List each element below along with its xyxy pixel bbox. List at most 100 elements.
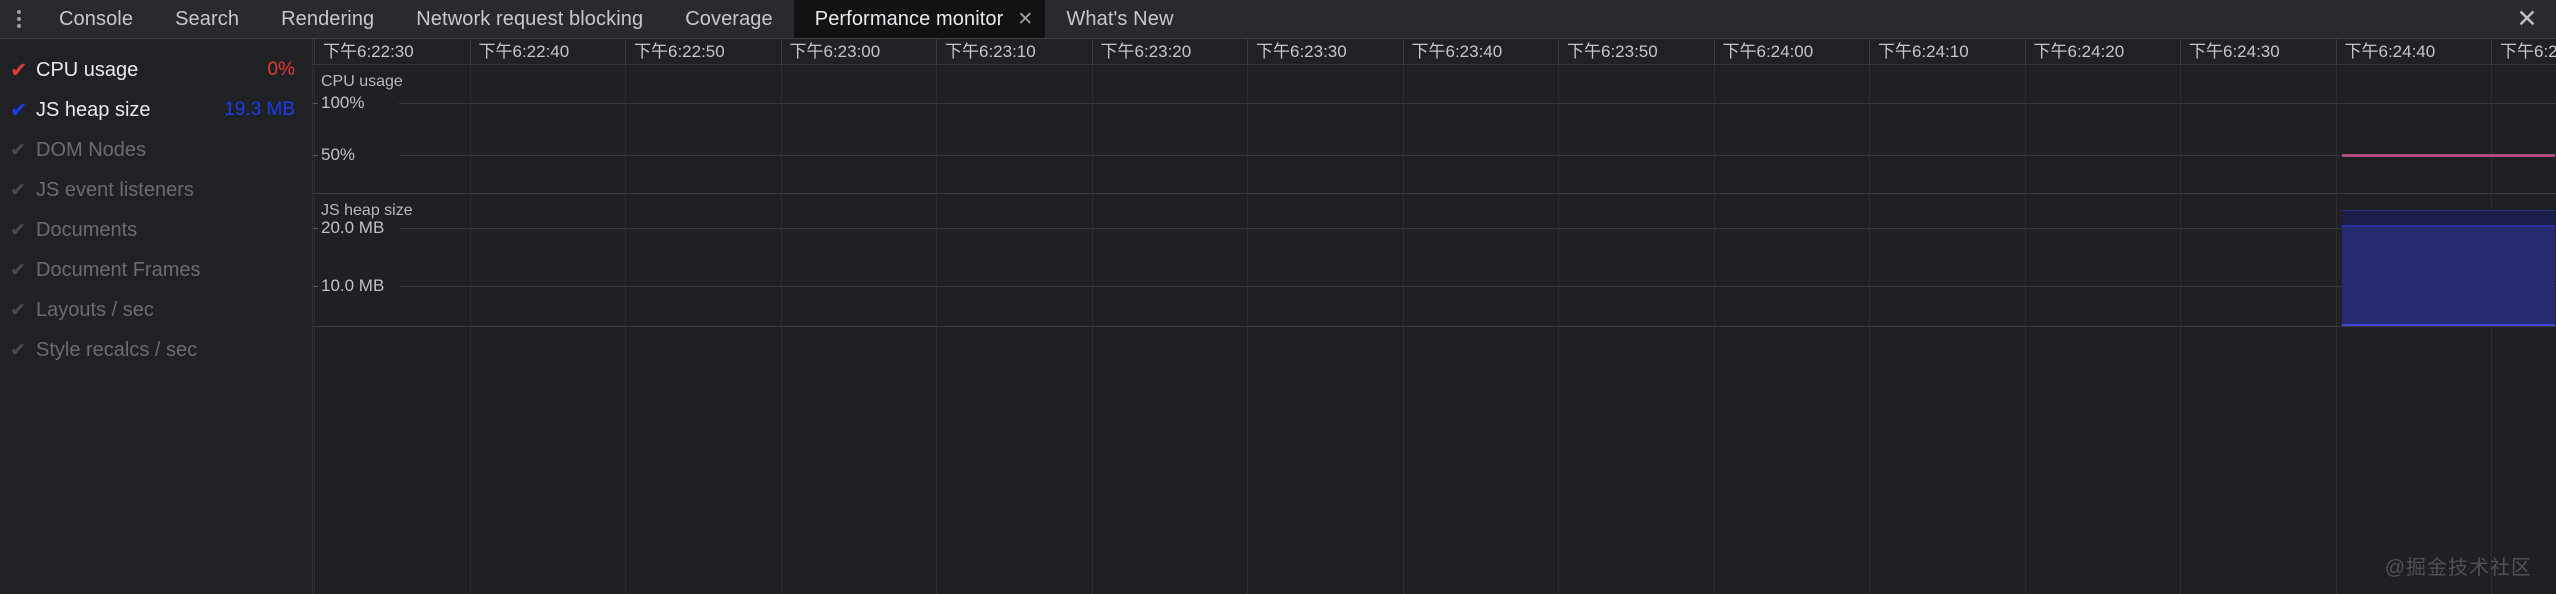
y-axis-label: 50% xyxy=(321,145,356,164)
horizontal-gridline xyxy=(399,286,2556,287)
time-axis-tick: 下午6:23:50 xyxy=(1558,39,1658,65)
metric-label: Document Frames xyxy=(36,258,201,281)
metric-value: 19.3 MB xyxy=(224,99,295,120)
metric-label: CPU usage xyxy=(36,58,139,81)
metric-row-js-heap-size[interactable]: ✔ JS heap size 19.3 MB xyxy=(0,90,312,130)
vertical-gridline xyxy=(936,65,937,594)
metric-label: Style recalcs / sec xyxy=(36,338,198,361)
time-axis-tick: 下午6:24:40 xyxy=(2335,39,2435,65)
time-axis-tick: 下午6:24:30 xyxy=(2180,39,2280,65)
metric-label: Documents xyxy=(36,218,138,241)
js-heap-size-trace xyxy=(2342,225,2555,326)
time-axis-tick: 下午6:23:20 xyxy=(1091,39,1191,65)
metrics-sidebar: ✔ CPU usage 0% ✔ JS heap size 19.3 MB ✔ DOM Nod… xyxy=(0,39,313,594)
tab-performance-monitor[interactable]: Performance monitor ✕ xyxy=(793,0,1046,38)
checkmark-icon[interactable]: ✔ xyxy=(10,221,36,240)
vertical-gridline xyxy=(1713,65,1715,594)
metric-label: Layouts / sec xyxy=(36,298,154,321)
tab-what-s-new[interactable]: What's New xyxy=(1045,0,1194,38)
vertical-gridline xyxy=(469,65,471,594)
vertical-gridline xyxy=(1402,65,1404,594)
time-axis: 下午6:22:30 下午6:22:40 下午6:22:50 下午6:23:00 下午6:… xyxy=(313,39,2556,65)
tab-label: Console xyxy=(59,7,134,30)
y-axis-tickmark xyxy=(313,155,318,156)
time-axis-tick: 下午6:24:50 xyxy=(2491,39,2556,65)
cpu-usage-trace xyxy=(2342,154,2555,157)
checkmark-icon[interactable]: ✔ xyxy=(10,181,36,200)
y-axis-label: 10.0 MB xyxy=(321,276,385,295)
vertical-gridline xyxy=(2335,65,2337,594)
y-axis-tickmark xyxy=(313,228,318,229)
metric-value: 0% xyxy=(267,59,295,80)
metric-row-style-recalcs-sec[interactable]: ✔ Style recalcs / sec xyxy=(0,330,312,370)
time-axis-tick: 下午6:23:30 xyxy=(1247,39,1347,65)
metric-row-cpu-usage[interactable]: ✔ CPU usage 0% xyxy=(0,50,312,90)
horizontal-gridline xyxy=(399,103,2556,104)
metric-row-layouts-sec[interactable]: ✔ Layouts / sec xyxy=(0,290,312,330)
tab-console[interactable]: Console xyxy=(38,0,154,38)
performance-monitor-panel: Console Search Rendering Network request bl… xyxy=(0,0,2556,594)
time-axis-tick: 下午6:23:00 xyxy=(780,39,880,65)
y-axis-tickmark xyxy=(313,103,318,104)
time-axis-tick: 下午6:24:20 xyxy=(2024,39,2124,65)
kebab-menu-icon[interactable] xyxy=(0,0,38,38)
tab-close-icon[interactable]: ✕ xyxy=(1017,10,1033,29)
panel-body: ✔ CPU usage 0% ✔ JS heap size 19.3 MB ✔ DOM Nod… xyxy=(0,39,2556,594)
time-axis-tick: 下午6:23:40 xyxy=(1402,39,1502,65)
tab-label: What's New xyxy=(1066,7,1174,30)
kebab-dot xyxy=(17,24,21,28)
y-axis-tickmark xyxy=(313,286,318,287)
checkmark-icon[interactable]: ✔ xyxy=(10,301,36,320)
checkmark-icon[interactable]: ✔ xyxy=(10,261,36,280)
vertical-gridline xyxy=(625,65,626,594)
y-axis-label: 100% xyxy=(321,93,365,112)
checkmark-icon[interactable]: ✔ xyxy=(10,100,36,121)
tab-label: Network request blocking xyxy=(416,7,644,30)
checkmark-icon[interactable]: ✔ xyxy=(10,141,36,160)
time-axis-tick: 下午6:22:50 xyxy=(625,39,725,65)
metric-label: JS event listeners xyxy=(36,178,194,201)
watermark: @掘金技术社区 xyxy=(2384,557,2532,579)
metric-row-js-event-listeners[interactable]: ✔ JS event listeners xyxy=(0,170,312,210)
tab-list: Console Search Rendering Network request bl… xyxy=(38,0,1195,38)
js-heap-total-band xyxy=(2342,210,2555,225)
vertical-gridline xyxy=(1558,65,1559,594)
time-axis-tick: 下午6:24:00 xyxy=(1713,39,1813,65)
checkmark-icon[interactable]: ✔ xyxy=(10,60,36,81)
vertical-gridline xyxy=(2491,65,2492,594)
pane-divider xyxy=(313,193,2556,194)
metric-row-dom-nodes[interactable]: ✔ DOM Nodes xyxy=(0,130,312,170)
tab-search[interactable]: Search xyxy=(154,0,260,38)
horizontal-gridline xyxy=(399,228,2556,229)
time-axis-tick: 下午6:22:40 xyxy=(469,39,569,65)
vertical-gridline xyxy=(314,65,315,594)
time-axis-tick: 下午6:24:10 xyxy=(1869,39,1969,65)
kebab-dot xyxy=(17,17,21,21)
vertical-gridline xyxy=(1869,65,1870,594)
vertical-gridline xyxy=(2024,65,2026,594)
horizontal-gridline xyxy=(399,155,2556,156)
metrics-chart-area[interactable]: 下午6:22:30 下午6:22:40 下午6:22:50 下午6:23:00 下午6:… xyxy=(313,39,2556,594)
tab-label: Search xyxy=(175,7,240,30)
metric-label: DOM Nodes xyxy=(36,138,147,161)
devtools-drawer-tabbar: Console Search Rendering Network request bl… xyxy=(0,0,2556,39)
time-axis-tick: 下午6:23:10 xyxy=(936,39,1036,65)
vertical-gridline xyxy=(1091,65,1093,594)
tab-rendering[interactable]: Rendering xyxy=(260,0,395,38)
pane-divider xyxy=(313,326,2556,327)
y-axis-label: 20.0 MB xyxy=(321,218,385,237)
chart-pane-title: CPU usage xyxy=(321,73,403,90)
tab-network-request-blocking[interactable]: Network request blocking xyxy=(395,0,664,38)
checkmark-icon[interactable]: ✔ xyxy=(10,341,36,360)
tab-coverage[interactable]: Coverage xyxy=(664,0,794,38)
metric-row-document-frames[interactable]: ✔ Document Frames xyxy=(0,250,312,290)
tab-label: Rendering xyxy=(281,7,375,30)
vertical-gridline xyxy=(1247,65,1248,594)
close-drawer-button[interactable]: ✕ xyxy=(2498,0,2556,39)
kebab-dot xyxy=(17,10,21,14)
tab-label: Coverage xyxy=(685,7,773,30)
metric-row-documents[interactable]: ✔ Documents xyxy=(0,210,312,250)
chart-plot: CPU usage 100% 50% JS heap size 20.0 MB 10.0 … xyxy=(313,65,2556,594)
time-axis-tick: 下午6:22:30 xyxy=(314,39,414,65)
metric-label: JS heap size xyxy=(36,98,151,121)
